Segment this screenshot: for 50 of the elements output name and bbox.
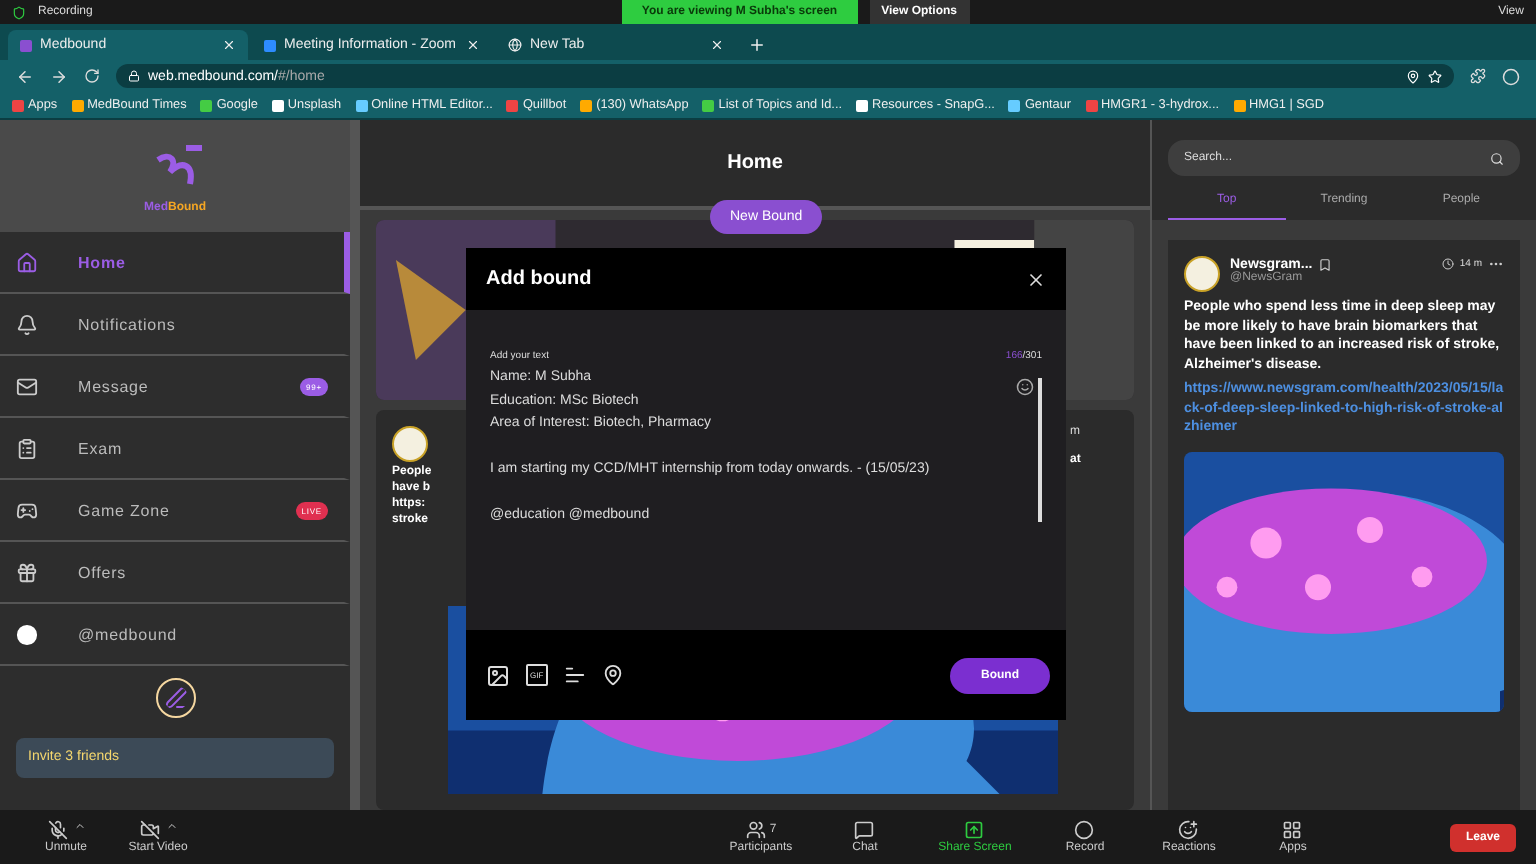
globe-icon (508, 38, 522, 52)
close-icon[interactable] (466, 38, 480, 52)
caret-icon[interactable] (165, 820, 177, 832)
share-screen-icon (964, 820, 985, 840)
gamepad-icon (16, 499, 38, 521)
nav-item[interactable]: @medbound (0, 604, 350, 666)
reload-icon[interactable] (84, 68, 100, 84)
extensions-icon[interactable] (1470, 68, 1486, 84)
poll-icon[interactable] (563, 664, 586, 686)
bell-icon (16, 313, 38, 335)
emoji-icon[interactable] (1016, 378, 1034, 396)
location-icon[interactable] (601, 664, 624, 686)
bookmark-icon[interactable] (1318, 257, 1333, 271)
nav-item[interactable]: Notifications (0, 294, 350, 356)
clipboard-icon (16, 437, 38, 459)
scrollbar[interactable] (1038, 378, 1042, 522)
nav-item[interactable]: Exam (0, 418, 350, 480)
close-icon[interactable] (710, 38, 724, 52)
apps-icon (1282, 820, 1303, 840)
mail-icon (16, 375, 38, 397)
reaction-icon (1178, 820, 1199, 840)
pen-icon[interactable] (155, 678, 195, 718)
new-tab-icon[interactable] (748, 36, 766, 54)
close-icon[interactable] (1026, 269, 1046, 289)
medbound-icon (20, 39, 32, 51)
home-icon (16, 251, 38, 273)
dialog-title: Add bound (486, 268, 592, 290)
back-icon[interactable] (16, 67, 34, 85)
zoom-icon (264, 39, 276, 51)
author-avatar (392, 426, 428, 462)
close-icon[interactable] (222, 38, 236, 52)
search-icon[interactable] (1490, 151, 1504, 165)
gift-icon (16, 561, 38, 583)
star-icon[interactable] (1428, 69, 1442, 83)
page-title: Home (360, 120, 1150, 210)
avatar-icon (16, 623, 38, 645)
chat-icon (854, 820, 875, 840)
forward-icon[interactable] (50, 67, 68, 85)
image-icon[interactable] (486, 663, 510, 687)
clock-icon (1441, 258, 1454, 270)
video-off-icon (139, 820, 159, 840)
lock-icon (128, 70, 140, 82)
shield-icon (12, 5, 26, 19)
profile-avatar[interactable] (1502, 67, 1520, 85)
author-avatar (1184, 256, 1220, 292)
nav-item[interactable]: Offers (0, 542, 350, 604)
muted-mic-icon (47, 820, 67, 840)
record-icon (1074, 820, 1095, 840)
caret-icon[interactable] (73, 820, 85, 832)
people-icon (745, 820, 766, 840)
